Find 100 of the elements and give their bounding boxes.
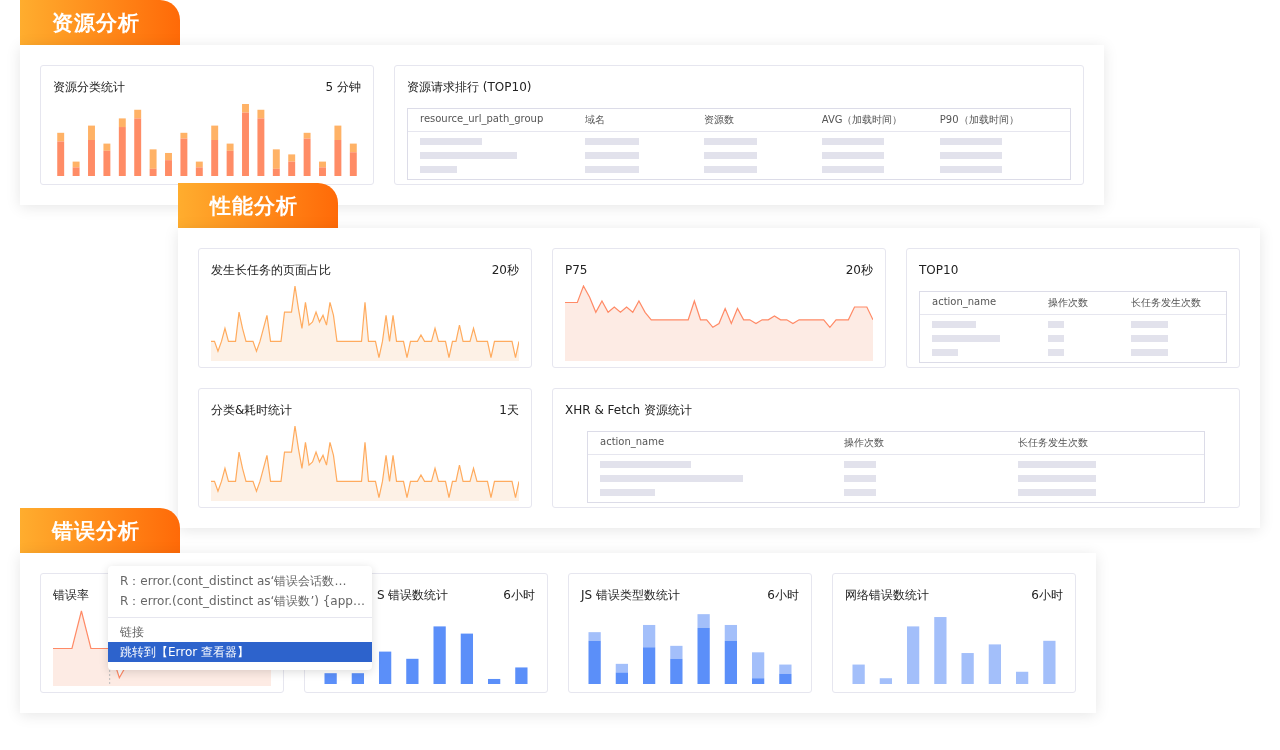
chart-bar [351, 673, 364, 684]
placeholder-bar [843, 461, 877, 468]
chart-bar [88, 125, 95, 176]
card-title: 分类&耗时统计 [211, 401, 293, 419]
chart-bar [324, 673, 337, 684]
card-title: 资源分类统计 [53, 78, 125, 96]
column-header: 长任务发生次数 [1131, 296, 1203, 310]
placeholder-bar [939, 138, 1002, 145]
time-range: 1天 [499, 401, 519, 419]
placeholder-bar [1131, 335, 1169, 342]
placeholder-bar [1048, 321, 1064, 328]
placeholder-bar [1048, 349, 1064, 356]
menu-item[interactable]: R：error.(cont_distinct as‘错误数’) {app… [108, 591, 372, 611]
placeholder-bar [932, 321, 976, 328]
placeholder-bar [821, 138, 884, 145]
chart-bar [226, 143, 234, 176]
placeholder-bar [703, 152, 757, 159]
placeholder-bar [703, 138, 757, 145]
chart-bar [57, 132, 65, 176]
column-header: 长任务发生次数 [1017, 436, 1089, 450]
card-title: JS 错误类型数统计 [581, 586, 680, 604]
menu-item[interactable]: 跳转到【Error 查看器】 [108, 642, 372, 662]
chart-bar [180, 132, 188, 176]
placeholder-bar [600, 489, 655, 496]
placeholder-bar [1048, 335, 1064, 342]
chart-bar [103, 143, 111, 176]
time-range: 20秒 [845, 261, 873, 279]
card-title: 网络错误数统计 [845, 586, 929, 604]
chart-bar [643, 624, 656, 684]
column-header: 操作次数 [1048, 296, 1090, 310]
column-header: 操作次数 [843, 436, 885, 450]
chart-bar [961, 653, 974, 684]
chart-bar [165, 152, 172, 176]
chart-bar [879, 678, 892, 684]
placeholder-bar [932, 349, 959, 356]
chart-bar [379, 651, 392, 684]
placeholder-bar [939, 166, 1002, 173]
placeholder-bar [420, 138, 482, 145]
time-range: 20秒 [491, 261, 519, 279]
chart-bar [334, 125, 342, 176]
chart-bar [615, 663, 628, 684]
time-range: 6小时 [1031, 586, 1063, 604]
column-header: action_name [600, 436, 666, 450]
chart-bar [406, 658, 419, 684]
card-title: S 错误数统计 [377, 586, 449, 604]
chart-bar [852, 664, 865, 684]
chart-bar [934, 617, 947, 684]
card-title: 错误率 [53, 586, 89, 604]
chart-bar [515, 667, 528, 684]
column-header: action_name [932, 296, 998, 310]
card-title: 资源请求排行 (TOP10) [407, 78, 532, 96]
chart-bar [907, 626, 920, 684]
card-title: XHR & Fetch 资源统计 [565, 401, 692, 419]
card-title: P75 [565, 263, 588, 277]
chart-bar [697, 614, 710, 684]
chart-bar [272, 149, 280, 176]
placeholder-bar [585, 166, 639, 173]
chart-bar [257, 109, 265, 176]
placeholder-bar [821, 152, 884, 159]
placeholder-bar [585, 138, 639, 145]
chart-bar [670, 645, 683, 684]
placeholder-bar [703, 166, 757, 173]
card-title: TOP10 [919, 263, 959, 277]
chart-bar [433, 626, 446, 684]
placeholder-bar [821, 166, 884, 173]
column-header: resource_url_path_group [420, 113, 545, 127]
chart-bar [588, 632, 601, 684]
chart-bar [149, 149, 157, 176]
chart-bar [134, 109, 142, 176]
chart-bar [118, 118, 126, 176]
time-range: 5 分钟 [325, 78, 361, 96]
chart-bar [288, 154, 296, 176]
chart-bar [460, 633, 473, 684]
menu-item[interactable]: R：error.(cont_distinct as‘错误会话数… [108, 571, 372, 591]
chart-bar [319, 161, 326, 176]
chart-bar [303, 132, 311, 176]
chart-bar [211, 125, 219, 176]
column-header: P90（加载时间） [939, 113, 1020, 127]
placeholder-bar [843, 489, 877, 496]
chart-bar [752, 652, 765, 684]
chart-bar [195, 161, 203, 176]
chart-bar [988, 644, 1001, 684]
chart-bar [488, 678, 501, 684]
chart-bar [779, 664, 792, 684]
chart-bar [724, 624, 737, 684]
placeholder-bar [1131, 349, 1169, 356]
placeholder-bar [585, 152, 639, 159]
chart-bar [242, 104, 249, 176]
chart-bar [1016, 671, 1029, 684]
chart-bar [349, 143, 357, 176]
chart-bar [72, 161, 80, 176]
placeholder-bar [1131, 321, 1169, 328]
card-title: 发生长任务的页面占比 [211, 261, 331, 279]
placeholder-bar [843, 475, 877, 482]
chart-bar [1043, 640, 1056, 684]
time-range: 6小时 [503, 586, 535, 604]
placeholder-bar [939, 152, 1002, 159]
column-header: 域名 [585, 113, 607, 127]
placeholder-bar [420, 166, 458, 173]
time-range: 6小时 [767, 586, 799, 604]
